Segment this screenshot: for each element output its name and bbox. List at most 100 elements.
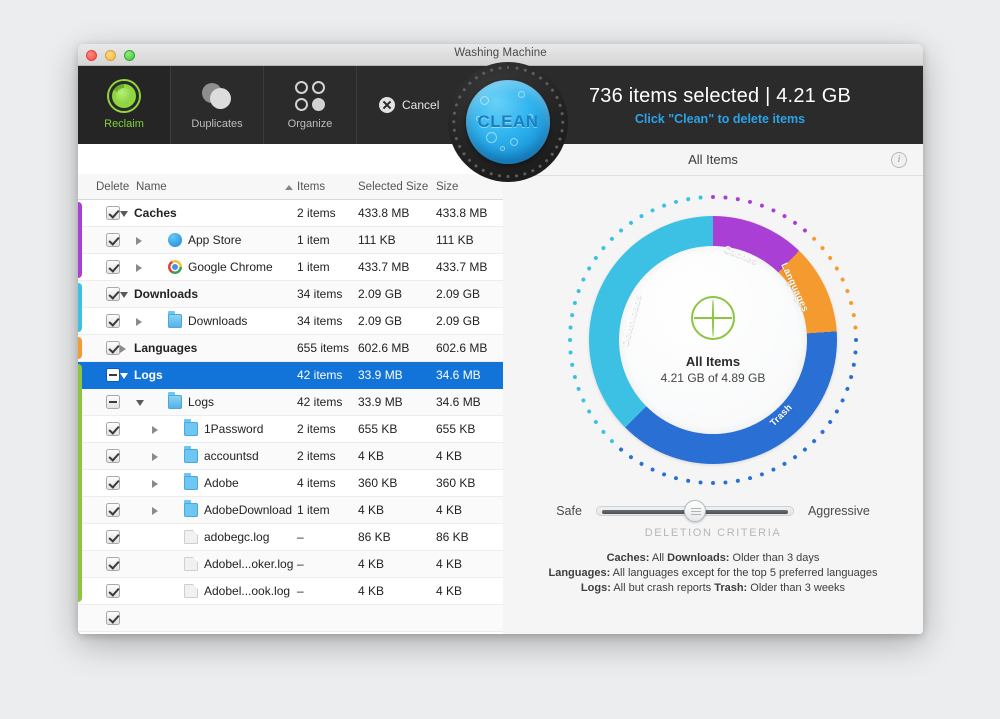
- clean-knob[interactable]: CLEAN: [448, 62, 568, 182]
- file-list-pane[interactable]: Delete Name Items Selected Size Size Cac…: [78, 144, 503, 634]
- knob-tick: [452, 120, 455, 124]
- row-disclosure-triangle[interactable]: [152, 507, 158, 515]
- donut-ring-dot: [759, 471, 765, 477]
- criteria-slider-thumb[interactable]: [683, 500, 706, 522]
- row-delete-checkbox[interactable]: [106, 341, 120, 355]
- row-disclosure-triangle[interactable]: [152, 453, 158, 461]
- column-header-items[interactable]: Items: [297, 181, 325, 193]
- column-header-name[interactable]: Name: [136, 181, 167, 193]
- row-disclosure-triangle[interactable]: [152, 426, 158, 434]
- row-disclosure-triangle[interactable]: [152, 480, 158, 488]
- row-delete-checkbox[interactable]: [106, 449, 120, 463]
- donut-ring-dot: [649, 466, 656, 473]
- table-row[interactable]: [78, 605, 503, 632]
- table-row[interactable]: AdobeDownload 1 item 4 KB 4 KB: [78, 497, 503, 524]
- table-row[interactable]: Downloads 34 items 2.09 GB 2.09 GB: [78, 308, 503, 335]
- row-delete-checkbox[interactable]: [106, 233, 120, 247]
- info-icon[interactable]: i: [891, 152, 907, 168]
- knob-tick: [489, 172, 493, 176]
- row-disclosure-triangle[interactable]: [120, 292, 128, 298]
- knob-tick: [558, 103, 562, 107]
- donut-ring-dot: [572, 374, 578, 380]
- table-row[interactable]: Caches 2 items 433.8 MB 433.8 MB: [78, 200, 503, 227]
- row-items: 655 items: [297, 341, 350, 355]
- row-delete-checkbox[interactable]: [106, 206, 120, 220]
- row-disclosure-triangle[interactable]: [136, 264, 142, 272]
- row-delete-checkbox[interactable]: [106, 611, 120, 625]
- row-disclosure-triangle[interactable]: [120, 211, 128, 217]
- column-header-selected-size[interactable]: Selected Size: [358, 181, 428, 193]
- row-disclosure-triangle[interactable]: [136, 400, 144, 406]
- row-disclosure-triangle[interactable]: [136, 318, 142, 326]
- row-delete-checkbox[interactable]: [106, 503, 120, 517]
- row-delete-checkbox[interactable]: [106, 368, 120, 382]
- knob-tick: [452, 112, 456, 115]
- file-icon: [184, 530, 198, 544]
- tab-reclaim[interactable]: Reclaim: [78, 66, 171, 144]
- donut-ring-dot: [844, 288, 850, 294]
- table-row[interactable]: Google Chrome 1 item 433.7 MB 433.7 MB: [78, 254, 503, 281]
- table-row[interactable]: Adobel...oker.log – 4 KB 4 KB: [78, 551, 503, 578]
- table-row[interactable]: Languages 655 items 602.6 MB 602.6 MB: [78, 335, 503, 362]
- knob-tick: [498, 174, 501, 178]
- row-delete-checkbox[interactable]: [106, 287, 120, 301]
- criteria-line-2: Languages: All languages except for the …: [548, 567, 878, 579]
- donut-ring-dot: [568, 325, 573, 330]
- table-row[interactable]: accountsd 2 items 4 KB 4 KB: [78, 443, 503, 470]
- donut-ring-dot: [673, 475, 679, 481]
- table-row[interactable]: 1Password 2 items 655 KB 655 KB: [78, 416, 503, 443]
- donut-ring-dot: [811, 438, 817, 444]
- tab-organize[interactable]: Organize: [264, 66, 357, 144]
- storage-donut-chart[interactable]: Caches Languages Trash Downloads All Ite…: [563, 190, 863, 490]
- donut-ring-dot: [580, 276, 587, 283]
- table-body[interactable]: Caches 2 items 433.8 MB 433.8 MB App Store 1 …: [78, 200, 503, 632]
- row-delete-checkbox[interactable]: [106, 422, 120, 436]
- donut-ring-dot: [661, 471, 667, 477]
- row-items: 34 items: [297, 314, 343, 328]
- knob-tick: [452, 129, 456, 132]
- row-disclosure-triangle[interactable]: [120, 345, 126, 353]
- row-size: 4 KB: [436, 449, 463, 463]
- donut-ring-dot: [811, 236, 817, 242]
- file-icon: [184, 584, 198, 598]
- row-name: accountsd: [204, 449, 259, 463]
- row-delete-checkbox[interactable]: [106, 314, 120, 328]
- table-row[interactable]: Logs 42 items 33.9 MB 34.6 MB: [78, 362, 503, 389]
- table-row[interactable]: Adobe 4 items 360 KB 360 KB: [78, 470, 503, 497]
- cancel-button[interactable]: Cancel: [357, 66, 457, 144]
- table-row[interactable]: Downloads 34 items 2.09 GB 2.09 GB: [78, 281, 503, 308]
- donut-ring-dot: [792, 454, 798, 460]
- row-disclosure-triangle[interactable]: [136, 237, 142, 245]
- row-delete-checkbox[interactable]: [106, 557, 120, 571]
- row-delete-checkbox[interactable]: [106, 395, 120, 409]
- clean-button-label: CLEAN: [477, 112, 539, 131]
- row-delete-checkbox[interactable]: [106, 260, 120, 274]
- row-name: Adobel...ook.log: [204, 584, 291, 598]
- row-name: Logs: [134, 368, 163, 382]
- row-delete-checkbox[interactable]: [106, 584, 120, 598]
- donut-ring-dot: [618, 446, 624, 453]
- table-row[interactable]: adobegc.log – 86 KB 86 KB: [78, 524, 503, 551]
- row-disclosure-triangle[interactable]: [120, 373, 128, 379]
- tab-duplicates[interactable]: Duplicates: [171, 66, 264, 144]
- column-header-size[interactable]: Size: [436, 181, 458, 193]
- donut-ring-dot: [698, 480, 703, 485]
- donut-ring-dot: [698, 195, 703, 200]
- table-row[interactable]: Adobel...ook.log – 4 KB 4 KB: [78, 578, 503, 605]
- clean-button[interactable]: CLEAN: [466, 80, 550, 164]
- criteria-slider-track[interactable]: [595, 500, 794, 522]
- table-row[interactable]: Logs 42 items 33.9 MB 34.6 MB: [78, 389, 503, 416]
- row-selected-size: 2.09 GB: [358, 287, 403, 301]
- column-header-delete[interactable]: Delete: [96, 181, 129, 193]
- knob-tick: [538, 75, 542, 80]
- table-row[interactable]: App Store 1 item 111 KB 111 KB: [78, 227, 503, 254]
- donut-ring-dot: [827, 419, 833, 425]
- row-size: 655 KB: [436, 422, 476, 436]
- donut-ring-dot: [848, 300, 854, 306]
- row-delete-checkbox[interactable]: [106, 530, 120, 544]
- donut-ring-dot: [580, 397, 587, 404]
- row-selected-size: 33.9 MB: [358, 368, 403, 382]
- row-size: 2.09 GB: [436, 287, 481, 301]
- row-items: 2 items: [297, 449, 336, 463]
- row-delete-checkbox[interactable]: [106, 476, 120, 490]
